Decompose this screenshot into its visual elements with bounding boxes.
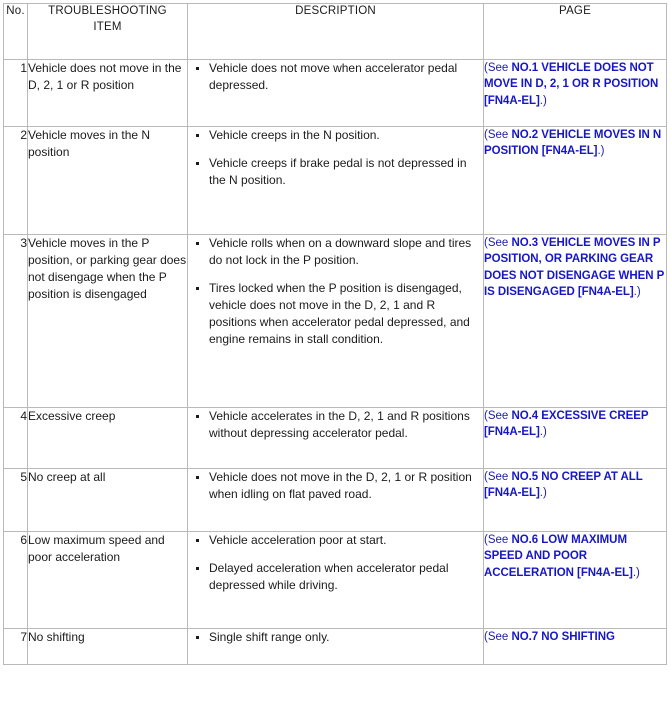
table-row: 4 Excessive creep Vehicle accelerates in… (3, 407, 667, 469)
description-bullet: Vehicle does not move in the D, 2, 1 or … (188, 469, 483, 503)
description-bullet: Delayed acceleration when accelerator pe… (188, 560, 483, 594)
table-body: 1 Vehicle does not move in the D, 2, 1 o… (3, 59, 667, 665)
description-bullet: Single shift range only. (188, 629, 483, 646)
reference-prefix: (See (484, 471, 512, 483)
page-reference-cell: (See NO.2 VEHICLE MOVES IN N POSITION [F… (483, 126, 667, 235)
troubleshooting-item: Vehicle moves in the N position (27, 126, 188, 235)
page-reference-cell: (See NO.1 VEHICLE DOES NOT MOVE IN D, 2,… (483, 59, 667, 127)
page-reference-link[interactable]: NO.7 NO SHIFTING (512, 631, 615, 643)
reference-prefix: (See (484, 129, 512, 141)
column-header-no: No. (3, 3, 28, 60)
reference-prefix: (See (484, 534, 512, 546)
row-number: 3 (3, 234, 28, 408)
page-reference-cell: (See NO.7 NO SHIFTING (483, 628, 667, 665)
row-number: 6 (3, 531, 28, 629)
description-cell: Vehicle does not move in the D, 2, 1 or … (187, 468, 484, 532)
reference-prefix: (See (484, 237, 512, 249)
description-cell: Vehicle acceleration poor at start. Dela… (187, 531, 484, 629)
table-row: 1 Vehicle does not move in the D, 2, 1 o… (3, 59, 667, 127)
column-header-troubleshooting-item: TROUBLESHOOTING ITEM (27, 3, 188, 60)
description-bullet: Vehicle accelerates in the D, 2, 1 and R… (188, 408, 483, 442)
reference-prefix: (See (484, 631, 512, 643)
description-cell: Vehicle accelerates in the D, 2, 1 and R… (187, 407, 484, 469)
troubleshooting-item: Vehicle does not move in the D, 2, 1 or … (27, 59, 188, 127)
description-list: Vehicle acceleration poor at start. Dela… (188, 532, 483, 594)
reference-suffix: .) (597, 145, 605, 158)
description-bullet: Vehicle acceleration poor at start. (188, 532, 483, 549)
description-bullet: Vehicle creeps in the N position. (188, 127, 483, 144)
description-list: Vehicle does not move in the D, 2, 1 or … (188, 469, 483, 503)
troubleshooting-item: No shifting (27, 628, 188, 665)
table-row: 7 No shifting Single shift range only. (… (3, 628, 667, 665)
column-header-item-line1: TROUBLESHOOTING (48, 5, 167, 17)
troubleshooting-table: No. TROUBLESHOOTING ITEM DESCRIPTION PAG… (3, 3, 667, 665)
description-list: Vehicle does not move when accelerator p… (188, 60, 483, 94)
row-number: 4 (3, 407, 28, 469)
description-bullet: Vehicle creeps if brake pedal is not dep… (188, 155, 483, 189)
troubleshooting-item: Low maximum speed and poor acceleration (27, 531, 188, 629)
page-reference-cell: (See NO.4 EXCESSIVE CREEP [FN4A-EL].) (483, 407, 667, 469)
description-cell: Vehicle creeps in the N position. Vehicl… (187, 126, 484, 235)
description-cell: Vehicle does not move when accelerator p… (187, 59, 484, 127)
reference-suffix: .) (633, 285, 641, 298)
description-cell: Single shift range only. (187, 628, 484, 665)
row-number: 2 (3, 126, 28, 235)
page-reference-cell: (See NO.5 NO CREEP AT ALL [FN4A-EL].) (483, 468, 667, 532)
reference-suffix: .) (632, 566, 640, 579)
reference-prefix: (See (484, 410, 512, 422)
troubleshooting-table-page: No. TROUBLESHOOTING ITEM DESCRIPTION PAG… (0, 0, 671, 705)
page-reference-cell: (See NO.6 LOW MAXIMUM SPEED AND POOR ACC… (483, 531, 667, 629)
table-row: 2 Vehicle moves in the N position Vehicl… (3, 126, 667, 235)
table-row: 3 Vehicle moves in the P position, or pa… (3, 234, 667, 408)
reference-prefix: (See (484, 62, 512, 74)
troubleshooting-item: Vehicle moves in the P position, or park… (27, 234, 188, 408)
table-row: 6 Low maximum speed and poor acceleratio… (3, 531, 667, 629)
description-bullet: Vehicle rolls when on a downward slope a… (188, 235, 483, 269)
description-list: Vehicle rolls when on a downward slope a… (188, 235, 483, 348)
reference-suffix: .) (539, 487, 547, 500)
column-header-page: PAGE (483, 3, 667, 60)
description-list: Vehicle accelerates in the D, 2, 1 and R… (188, 408, 483, 442)
row-number: 7 (3, 628, 28, 665)
description-list: Single shift range only. (188, 629, 483, 646)
page-reference-link[interactable]: NO.2 VEHICLE MOVES IN N POSITION [FN4A-E… (484, 129, 661, 157)
row-number: 1 (3, 59, 28, 127)
reference-suffix: .) (539, 426, 547, 439)
table-header: No. TROUBLESHOOTING ITEM DESCRIPTION PAG… (3, 3, 667, 60)
page-reference-cell: (See NO.3 VEHICLE MOVES IN P POSITION, O… (483, 234, 667, 408)
row-number: 5 (3, 468, 28, 532)
troubleshooting-item: No creep at all (27, 468, 188, 532)
column-header-description: DESCRIPTION (187, 3, 484, 60)
description-bullet: Vehicle does not move when accelerator p… (188, 60, 483, 94)
table-row: 5 No creep at all Vehicle does not move … (3, 468, 667, 532)
header-row: No. TROUBLESHOOTING ITEM DESCRIPTION PAG… (3, 3, 667, 60)
description-list: Vehicle creeps in the N position. Vehicl… (188, 127, 483, 189)
description-bullet: Tires locked when the P position is dise… (188, 280, 483, 348)
reference-suffix: .) (539, 94, 547, 107)
column-header-item-line2: ITEM (93, 20, 122, 33)
description-cell: Vehicle rolls when on a downward slope a… (187, 234, 484, 408)
troubleshooting-item: Excessive creep (27, 407, 188, 469)
